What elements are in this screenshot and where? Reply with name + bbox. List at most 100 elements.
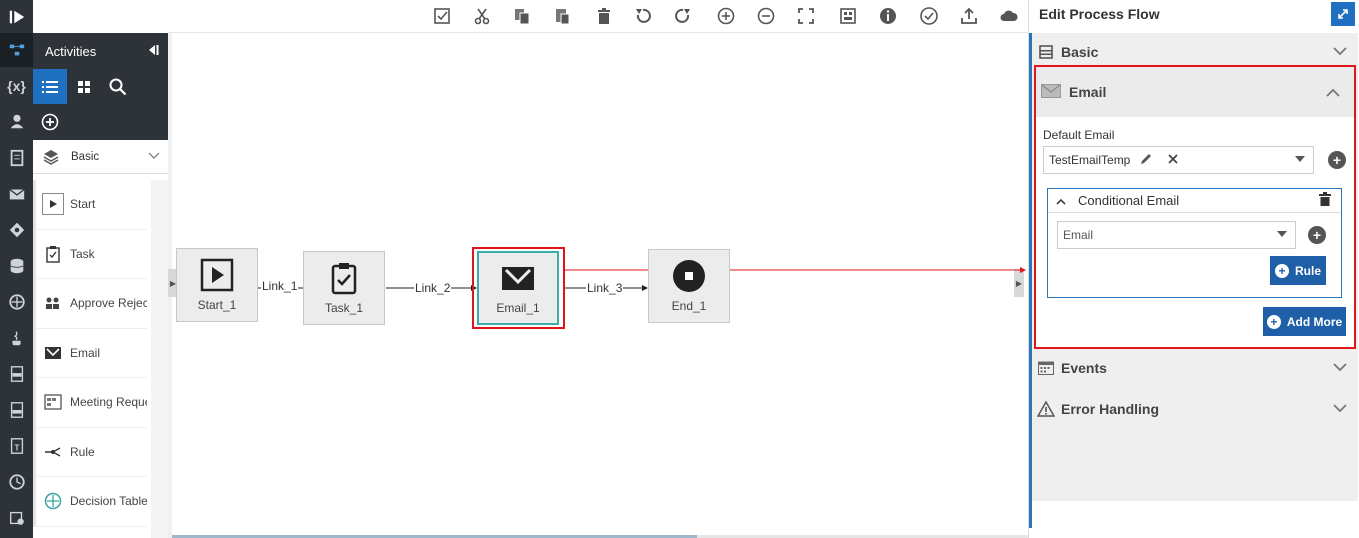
email-icon[interactable] [0, 177, 33, 211]
activity-item-label: Rule [70, 444, 95, 459]
properties-panel: Edit Process Flow Basic Email Default Em… [1028, 0, 1359, 538]
edit-pencil-icon[interactable] [1140, 153, 1152, 168]
process-canvas[interactable]: ▶ ▶ Start_1 Task_1 Email_1 End_1 Link_1 … [168, 33, 1028, 538]
activity-item-meeting-request[interactable]: Meeting Request [33, 378, 147, 428]
trash-icon[interactable] [1319, 192, 1331, 209]
app-root: {x} T Activities Basic Start Task Approv… [0, 0, 1359, 538]
info-icon[interactable] [876, 4, 900, 28]
link-label[interactable]: Link_2 [414, 281, 452, 295]
form-icon [1037, 44, 1055, 60]
approve-reject-icon [42, 292, 64, 314]
expand-icon[interactable] [1331, 2, 1355, 26]
clock-icon[interactable] [0, 465, 33, 499]
conditional-email-header[interactable]: Conditional Email [1048, 189, 1341, 213]
left-rail: {x} T [0, 0, 33, 538]
node-label: Start_1 [197, 298, 237, 312]
rule-icon [42, 441, 64, 463]
dropdown-caret-icon[interactable] [1295, 156, 1305, 162]
grid-view-icon[interactable] [67, 69, 101, 104]
paste-icon[interactable] [550, 4, 574, 28]
html-icon[interactable] [0, 357, 33, 391]
svg-text:T: T [14, 444, 19, 453]
activity-item-decision-table[interactable]: Decision Table [33, 477, 147, 527]
database-icon[interactable] [0, 249, 33, 283]
node-label: Email_1 [496, 301, 540, 315]
copy-icon[interactable] [510, 4, 534, 28]
add-more-label: Add More [1286, 314, 1343, 329]
node-label: End_1 [671, 299, 707, 313]
grid-icon[interactable] [836, 4, 860, 28]
variables-icon[interactable]: {x} [0, 69, 33, 103]
chevron-down-icon [1330, 402, 1350, 416]
envelope-icon [1041, 83, 1061, 101]
default-email-select[interactable]: TestEmailTemp [1043, 146, 1314, 174]
process-flow-icon[interactable] [0, 33, 33, 67]
start-icon [42, 193, 64, 216]
chevron-up-icon[interactable] [1056, 193, 1066, 208]
link-label[interactable]: Link_1 [261, 279, 299, 293]
play-logo-icon[interactable] [0, 0, 33, 33]
undo-icon[interactable] [631, 4, 655, 28]
delete-icon[interactable] [592, 4, 616, 28]
document-icon[interactable] [0, 141, 33, 175]
activity-item-email[interactable]: Email [33, 328, 147, 378]
settings-icon[interactable] [0, 501, 33, 535]
fit-screen-icon[interactable] [794, 4, 818, 28]
decision-table-icon[interactable] [0, 285, 33, 319]
add-activity-button[interactable] [33, 104, 168, 140]
collapse-panel-icon[interactable] [146, 43, 160, 60]
flow-node-email[interactable]: Email_1 [477, 251, 559, 325]
list-view-icon[interactable] [33, 69, 67, 104]
meeting-request-icon [42, 391, 64, 413]
panel-title: Edit Process Flow [1029, 0, 1359, 28]
cut-icon[interactable] [470, 4, 494, 28]
dropdown-caret-icon[interactable] [1277, 231, 1287, 237]
add-more-button[interactable]: + Add More [1263, 307, 1346, 336]
clear-x-icon[interactable] [1168, 153, 1178, 167]
section-error-handling[interactable]: Error Handling [1032, 390, 1358, 428]
activities-header: Activities [33, 33, 168, 69]
rule-button[interactable]: + Rule [1270, 256, 1326, 285]
users-icon[interactable] [0, 104, 33, 138]
flow-node-task[interactable]: Task_1 [303, 251, 385, 325]
zoom-out-icon[interactable] [754, 4, 778, 28]
section-label: Error Handling [1061, 401, 1160, 417]
activity-item-rule[interactable]: Rule [33, 427, 147, 477]
section-email[interactable]: Email [1036, 67, 1354, 117]
add-default-email-icon[interactable]: + [1328, 151, 1346, 169]
cloud-icon[interactable] [997, 4, 1021, 28]
activities-view-tools [33, 69, 168, 104]
activity-item-label: Meeting Request [70, 395, 147, 410]
activity-item-approve-reject[interactable]: Approve Reject [33, 279, 147, 329]
decision-table-icon [42, 490, 64, 512]
default-email-label: Default Email [1043, 128, 1115, 142]
text-icon[interactable]: T [0, 429, 33, 463]
email-icon [502, 267, 534, 290]
redo-icon[interactable] [671, 4, 695, 28]
decision-icon[interactable] [0, 213, 33, 247]
link-label[interactable]: Link_3 [586, 281, 624, 295]
section-label: Email [1069, 84, 1107, 100]
add-conditional-icon[interactable]: + [1308, 226, 1326, 244]
zoom-in-icon[interactable] [714, 4, 738, 28]
conditional-email-placeholder: Email [1063, 228, 1094, 242]
section-events[interactable]: Events [1032, 349, 1358, 387]
activity-item-task[interactable]: Task [33, 229, 147, 279]
activity-item-start[interactable]: Start [33, 180, 147, 230]
flow-node-start[interactable]: Start_1 [176, 248, 258, 322]
search-icon[interactable] [101, 69, 135, 104]
panel-body: Basic Email Default Email TestEmailTemp … [1032, 33, 1358, 501]
layers-icon [43, 149, 59, 165]
css-icon[interactable] [0, 393, 33, 427]
validate-icon[interactable] [430, 4, 454, 28]
conditional-email-select[interactable]: Email [1057, 221, 1296, 249]
upload-icon[interactable] [957, 4, 981, 28]
activity-group-basic[interactable]: Basic [33, 140, 168, 174]
activities-title: Activities [45, 43, 97, 59]
check-icon[interactable] [917, 4, 941, 28]
java-icon[interactable] [0, 321, 33, 355]
chevron-down-icon [148, 151, 160, 163]
activity-item-label: Decision Table [70, 494, 147, 509]
flow-node-end[interactable]: End_1 [648, 249, 730, 323]
email-icon [42, 342, 64, 364]
